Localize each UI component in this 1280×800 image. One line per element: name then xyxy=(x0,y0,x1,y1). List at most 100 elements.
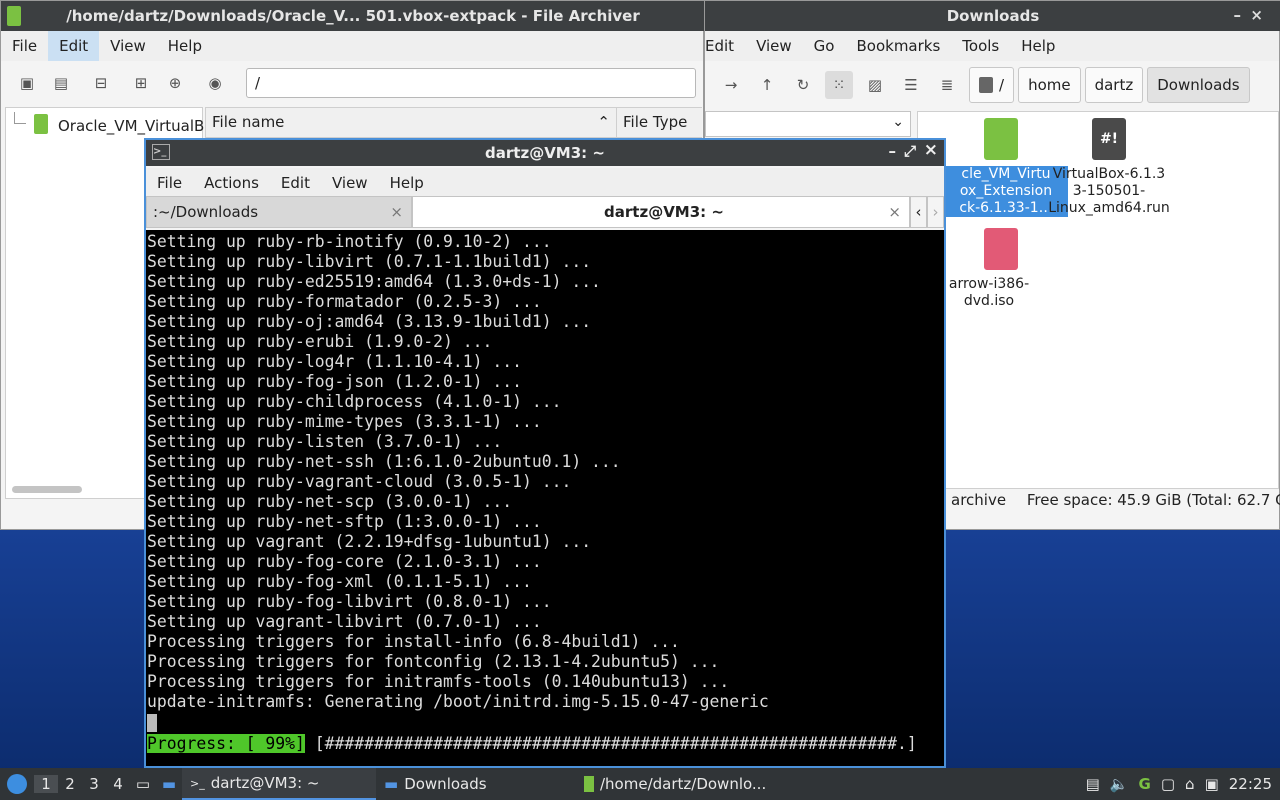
new-archive-icon[interactable]: ▣ xyxy=(13,69,41,97)
show-desktop-icon[interactable]: ▭ xyxy=(130,775,156,793)
terminal-line: Processing triggers for install-info (6.… xyxy=(147,632,680,651)
workspace-4[interactable]: 4 xyxy=(106,775,130,793)
tab-scroll-right-icon[interactable]: › xyxy=(927,196,944,228)
tab-close-icon[interactable]: × xyxy=(888,197,901,227)
file-manager-launcher-icon[interactable]: ▬ xyxy=(156,775,182,793)
fm-statusbar: archive Free space: 45.9 GiB (Total: 62.… xyxy=(951,491,1280,509)
terminal-line: Setting up ruby-libvirt (0.7.1-1.1build1… xyxy=(147,252,592,271)
open-archive-icon[interactable]: ▤ xyxy=(47,69,75,97)
minimize-icon[interactable]: – xyxy=(1234,6,1242,24)
archiver-menu-help[interactable]: Help xyxy=(157,31,213,61)
tree-item-archive[interactable]: Oracle_VM_VirtualBo xyxy=(58,117,214,135)
archiver-titlebar[interactable]: /home/dartz/Downloads/Oracle_V... 501.vb… xyxy=(1,1,705,31)
tab-close-icon[interactable]: × xyxy=(390,197,403,227)
terminal-line: Setting up ruby-mime-types (3.3.1-1) ... xyxy=(147,412,542,431)
fm-menu-bookmarks[interactable]: Bookmarks xyxy=(845,31,951,61)
fm-file-view: cle_VM_Virtu ox_Extension ck-6.1.33-1… #… xyxy=(917,111,1279,489)
folder-icon: ▬ xyxy=(384,775,399,793)
add-folder-icon[interactable]: ⊕ xyxy=(161,69,189,97)
tab-scroll-left-icon[interactable]: ‹ xyxy=(910,196,927,228)
terminal-line: Processing triggers for fontconfig (2.13… xyxy=(147,652,720,671)
file-item-iso[interactable]: arrow-i386- dvd.iso xyxy=(944,228,1034,310)
terminal-line: Setting up ruby-fog-xml (0.1.1-5.1) ... xyxy=(147,572,532,591)
tab-home[interactable]: dartz@VM3: ~ × xyxy=(412,196,910,228)
task-archiver[interactable]: /home/dartz/Downlo... xyxy=(576,768,776,800)
terminal-line: Setting up ruby-log4r (1.1.10-4.1) ... xyxy=(147,352,522,371)
crumb-root-label: / xyxy=(999,76,1005,94)
archiver-menu-view[interactable]: View xyxy=(99,31,157,61)
updates-icon[interactable]: G xyxy=(1139,775,1151,793)
terminal-tabbar: :~/Downloads × dartz@VM3: ~ × ‹ › xyxy=(146,196,944,228)
reload-icon[interactable]: ↻ xyxy=(789,71,817,99)
archiver-menu-edit[interactable]: Edit xyxy=(48,31,100,61)
fm-menu-help[interactable]: Help xyxy=(1010,31,1066,61)
fm-toolbar: → ↑ ↻ ⁙ ▨ ☰ ≣ xyxy=(717,71,961,99)
minimize-icon[interactable]: – xyxy=(889,142,897,160)
clock[interactable]: 22:25 xyxy=(1229,775,1272,793)
terminal-menu-edit[interactable]: Edit xyxy=(270,168,321,198)
add-files-icon[interactable]: ⊞ xyxy=(127,69,155,97)
close-icon[interactable]: × xyxy=(1250,6,1263,24)
terminal-menu-view[interactable]: View xyxy=(321,168,379,198)
crumb-root[interactable]: / xyxy=(969,67,1015,103)
workspace-3[interactable]: 3 xyxy=(82,775,106,793)
terminal-line: update-initramfs: Generating /boot/initr… xyxy=(147,692,769,711)
notification-icon[interactable]: ▣ xyxy=(1205,775,1219,793)
tab-downloads[interactable]: :~/Downloads × xyxy=(146,196,412,228)
fm-menu-edit[interactable]: Edit xyxy=(705,31,745,61)
archiver-path-input[interactable]: / xyxy=(246,68,696,98)
fm-titlebar[interactable]: Downloads – × xyxy=(705,1,1280,31)
col-filename-header[interactable]: File name ⌃ xyxy=(206,108,616,138)
sort-up-icon: ⌃ xyxy=(597,113,610,131)
terminal-menu-help[interactable]: Help xyxy=(379,168,435,198)
up-icon[interactable]: ↑ xyxy=(753,71,781,99)
col-filename-label: File name xyxy=(212,113,285,131)
maximize-icon[interactable]: ⤢ xyxy=(904,142,916,160)
workspace-2[interactable]: 2 xyxy=(58,775,82,793)
terminal-line: Setting up ruby-oj:amd64 (3.13.9-1build1… xyxy=(147,312,592,331)
task-file-manager[interactable]: ▬ Downloads xyxy=(376,768,576,800)
file-item-run[interactable]: #! VirtualBox-6.1.3 3-150501- Linux_amd6… xyxy=(1048,118,1170,217)
close-icon[interactable]: × xyxy=(924,140,938,160)
detailed-view-icon[interactable]: ≣ xyxy=(933,71,961,99)
fm-menu-go[interactable]: Go xyxy=(803,31,846,61)
tab-label: dartz@VM3: ~ xyxy=(604,203,724,221)
workspace-1[interactable]: 1 xyxy=(34,775,58,793)
terminal-menu-actions[interactable]: Actions xyxy=(193,168,270,198)
clipboard-icon[interactable]: ▢ xyxy=(1161,775,1175,793)
tree-scrollbar[interactable] xyxy=(12,486,82,493)
progress-label: Progress: [ 99%] xyxy=(147,734,305,753)
crumb-downloads[interactable]: Downloads xyxy=(1147,67,1250,103)
terminal-titlebar[interactable]: >_ dartz@VM3: ~ – ⤢ × xyxy=(146,140,944,166)
compact-view-icon[interactable]: ☰ xyxy=(897,71,925,99)
col-filetype-header[interactable]: File Type xyxy=(616,108,702,138)
archiver-title: /home/dartz/Downloads/Oracle_V... 501.vb… xyxy=(66,7,640,25)
archiver-toolbar: ▣ ▤ ⊟ ⊞ ⊕ ◉ xyxy=(13,69,229,97)
keyboard-icon[interactable]: ▤ xyxy=(1086,775,1100,793)
icon-view-icon[interactable]: ⁙ xyxy=(825,71,853,99)
disc-icon xyxy=(984,228,1018,270)
drive-icon xyxy=(979,77,993,93)
task-terminal[interactable]: >_ dartz@VM3: ~ xyxy=(182,768,376,800)
network-icon[interactable]: ⌂ xyxy=(1185,775,1195,793)
terminal-output[interactable]: Setting up ruby-rb-inotify (0.9.10-2) ..… xyxy=(146,230,944,766)
status-left: archive xyxy=(951,491,1007,509)
fm-side-dropdown[interactable]: ⌄ xyxy=(705,111,911,137)
system-tray: ▤ 🔈 G ▢ ⌂ ▣ 22:25 xyxy=(1086,768,1280,800)
volume-icon[interactable]: 🔈 xyxy=(1110,775,1129,793)
thumbnail-view-icon[interactable]: ▨ xyxy=(861,71,889,99)
taskbar: 1 2 3 4 ▭ ▬ >_ dartz@VM3: ~ ▬ Downloads … xyxy=(0,768,1280,800)
archiver-menu-file[interactable]: File xyxy=(1,31,48,61)
forward-icon[interactable]: → xyxy=(717,71,745,99)
stop-icon[interactable]: ◉ xyxy=(201,69,229,97)
fm-menu-view[interactable]: View xyxy=(745,31,803,61)
fm-menu-tools[interactable]: Tools xyxy=(951,31,1010,61)
start-menu-icon[interactable] xyxy=(0,774,34,794)
crumb-dartz[interactable]: dartz xyxy=(1084,67,1144,103)
archive-icon xyxy=(34,114,48,134)
extract-icon[interactable]: ⊟ xyxy=(87,69,115,97)
terminal-line: Setting up ruby-erubi (1.9.0-2) ... xyxy=(147,332,493,351)
crumb-home[interactable]: home xyxy=(1018,67,1081,103)
tree-line xyxy=(14,112,26,124)
terminal-menu-file[interactable]: File xyxy=(146,168,193,198)
